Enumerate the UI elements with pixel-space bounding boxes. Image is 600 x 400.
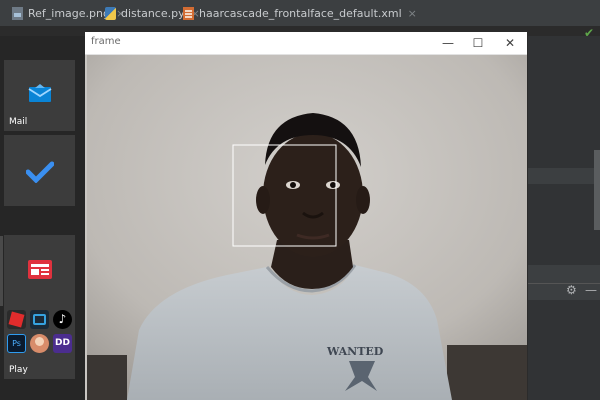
ide-panel-header [528,265,600,283]
tab-haarcascade-xml[interactable]: haarcascade_frontalface_default.xml × [183,0,417,26]
tiktok-icon[interactable]: ♪ [53,310,72,329]
xml-file-icon [183,6,194,20]
image-file-icon [12,6,23,20]
minimize-button[interactable]: — [433,34,463,52]
opencv-frame-window: frame — ☐ ✕ WANTED [85,32,527,400]
tab-label: Ref_image.png [28,6,110,20]
play-folder-tile[interactable]: ♪ Ps DD Play [4,306,75,379]
window-title: frame [91,36,121,47]
ide-panel-header [528,168,600,184]
close-button[interactable]: ✕ [495,34,525,52]
news-icon [28,260,52,279]
mail-tile[interactable]: Mail [4,60,75,131]
webcam-frame: WANTED [87,55,527,400]
tab-label: distance.py [121,6,185,20]
sidebar-accent [0,236,3,306]
tile-label: Play [9,365,28,375]
picsart-icon[interactable] [30,334,49,353]
prime-video-icon[interactable] [30,310,49,329]
roblox-icon[interactable] [7,310,26,329]
todo-check-icon [26,161,54,183]
webcam-image: WANTED [87,55,527,400]
tile-label: Mail [9,117,28,127]
python-file-icon [105,6,116,20]
window-titlebar[interactable]: frame — ☐ ✕ [85,32,527,55]
ide-editor-panel [528,36,600,400]
gear-icon[interactable]: ⚙ [566,283,577,297]
shirt-print-text: WANTED [326,345,384,358]
todo-tile[interactable] [4,135,75,206]
news-tile[interactable] [4,235,75,306]
hide-panel-icon[interactable]: — [585,283,597,297]
mail-icon [28,84,52,102]
photoshop-express-icon[interactable]: Ps [7,334,26,353]
maximize-button[interactable]: ☐ [463,34,493,52]
dolby-icon[interactable]: DD [53,334,72,353]
editor-tab-bar: Ref_image.png × distance.py × haarcascad… [0,0,600,27]
tab-label: haarcascade_frontalface_default.xml [199,6,402,20]
scrollbar[interactable] [594,150,600,230]
close-icon[interactable]: × [408,7,417,20]
